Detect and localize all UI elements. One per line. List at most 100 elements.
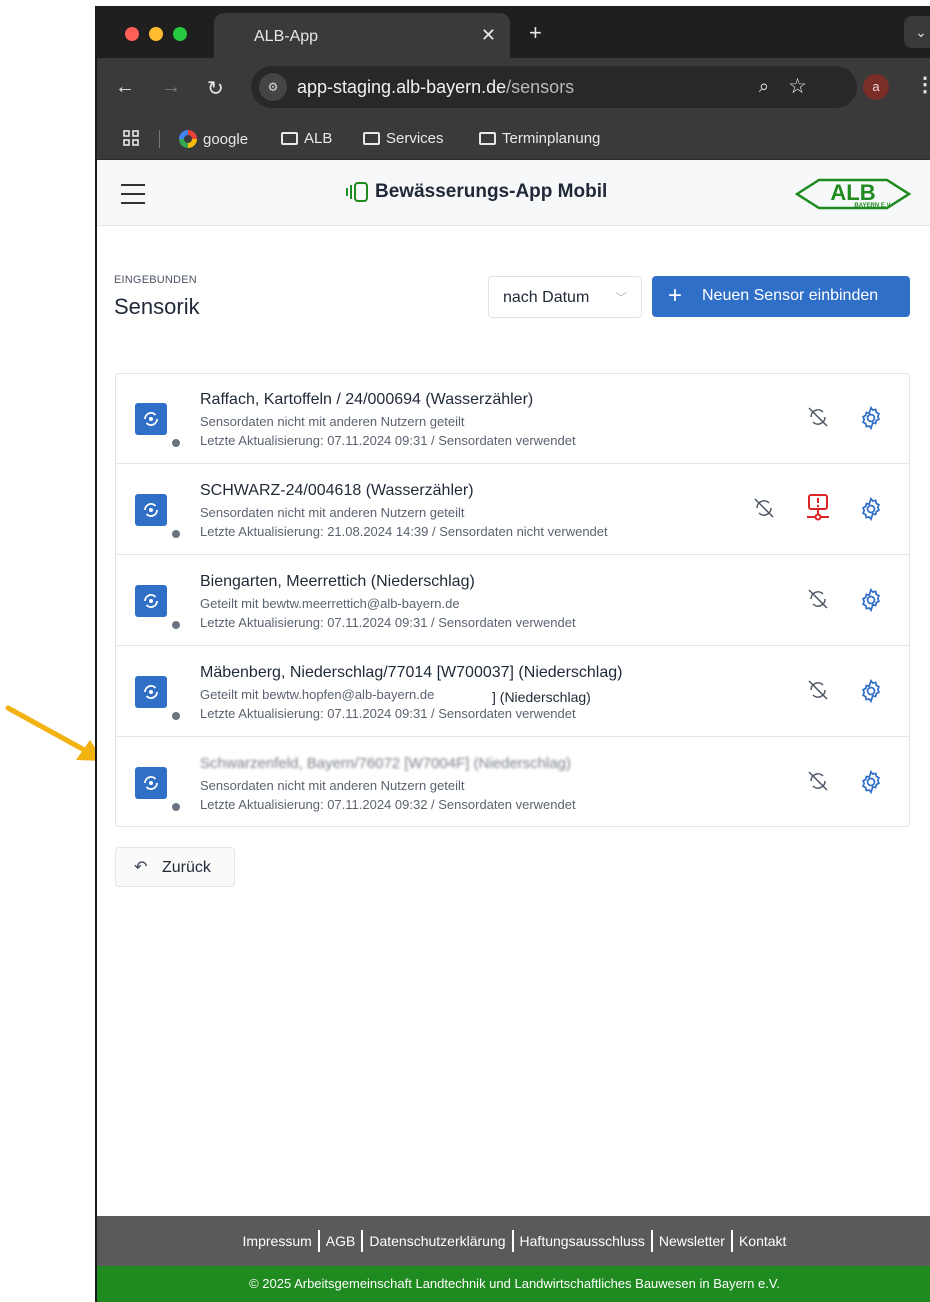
svg-text:ALB: ALB bbox=[830, 180, 875, 205]
footer-link-haftung[interactable]: Haftungsausschluss bbox=[520, 1233, 645, 1249]
undo-arrow-icon: ↶ bbox=[134, 859, 148, 876]
apps-grid-icon[interactable] bbox=[123, 130, 139, 146]
alb-logo: ALB BAYERN E.V. bbox=[795, 178, 911, 210]
tab-close-icon[interactable]: ✕ bbox=[481, 25, 496, 46]
gear-icon[interactable] bbox=[858, 587, 884, 613]
sensor-row[interactable]: Raffach, Kartoffeln / 24/000694 (Wasserz… bbox=[116, 374, 909, 464]
mobile-vibrate-icon bbox=[346, 182, 368, 202]
add-sensor-label: Neuen Sensor einbinden bbox=[702, 287, 879, 304]
sensor-share-info: Sensordaten nicht mit anderen Nutzern ge… bbox=[200, 778, 465, 793]
sensor-update-info: Letzte Aktualisierung: 07.11.2024 09:32 … bbox=[200, 797, 576, 812]
bookmarks-bar: google ALB Services Terminplanung bbox=[97, 118, 930, 160]
browser-toolbar: ← → ↻ ⚙ app-staging.alb-bayern.de/sensor… bbox=[97, 58, 930, 118]
bookmark-google[interactable]: google bbox=[179, 130, 248, 148]
sensor-title: Mäbenberg, Niederschlag/77014 [W700037] … bbox=[200, 664, 623, 681]
sync-off-icon[interactable] bbox=[806, 769, 830, 793]
sensor-share-info: Sensordaten nicht mit anderen Nutzern ge… bbox=[200, 414, 465, 429]
footer-link-newsletter[interactable]: Newsletter bbox=[659, 1233, 725, 1249]
url-text: app-staging.alb-bayern.de/sensors bbox=[297, 77, 575, 97]
footer-divider bbox=[730, 1230, 733, 1252]
bookmark-alb[interactable]: ALB bbox=[281, 130, 332, 147]
sync-off-icon[interactable] bbox=[752, 496, 776, 520]
footer-link-agb[interactable]: AGB bbox=[326, 1233, 356, 1249]
back-arrow-icon[interactable]: ← bbox=[115, 76, 135, 99]
hamburger-menu-icon[interactable] bbox=[121, 184, 145, 211]
bookmark-terminplanung[interactable]: Terminplanung bbox=[479, 130, 600, 147]
footer-links: Impressum AGB Datenschutzerklärung Haftu… bbox=[97, 1216, 930, 1266]
tab-bar: ALB-App ✕ + ⌄ bbox=[97, 6, 930, 58]
sensor-status-dot bbox=[170, 528, 182, 540]
reload-icon[interactable]: ↻ bbox=[207, 76, 224, 101]
footer-link-impressum[interactable]: Impressum bbox=[243, 1233, 312, 1249]
gear-icon[interactable] bbox=[858, 405, 884, 431]
back-button-label: Zurück bbox=[162, 859, 211, 876]
footer-link-datenschutz[interactable]: Datenschutzerklärung bbox=[369, 1233, 505, 1249]
profile-avatar[interactable]: a bbox=[863, 74, 889, 100]
sensor-alert-icon[interactable] bbox=[804, 493, 832, 523]
tab-title: ALB-App bbox=[254, 28, 319, 45]
gear-icon[interactable] bbox=[858, 769, 884, 795]
tab-search-chevron-icon[interactable]: ⌄ bbox=[904, 16, 930, 48]
sensor-list: Raffach, Kartoffeln / 24/000694 (Wasserz… bbox=[115, 373, 910, 827]
sensor-type-icon bbox=[135, 767, 167, 799]
sensor-status-dot bbox=[170, 801, 182, 813]
sync-off-icon[interactable] bbox=[806, 678, 830, 702]
browser-tab[interactable]: ALB-App ✕ bbox=[214, 13, 510, 58]
page-title: Sensorik bbox=[114, 294, 200, 319]
sensor-type-icon bbox=[135, 403, 167, 435]
sensor-share-overlay-text: ] (Niederschlag) bbox=[492, 689, 591, 705]
sensor-row[interactable]: Biengarten, Meerrettich (Niederschlag) G… bbox=[116, 556, 909, 646]
sensor-update-info: Letzte Aktualisierung: 07.11.2024 09:31 … bbox=[200, 615, 576, 630]
plus-icon: + bbox=[668, 282, 683, 309]
sync-off-icon[interactable] bbox=[806, 405, 830, 429]
address-bar[interactable]: ⚙ app-staging.alb-bayern.de/sensors ⌕ ☆ bbox=[251, 66, 857, 108]
back-button[interactable]: ↶ Zurück bbox=[115, 847, 235, 887]
browser-window: ALB-App ✕ + ⌄ ← → ↻ ⚙ app-staging.alb-ba… bbox=[95, 6, 930, 1302]
forward-arrow-icon[interactable]: → bbox=[161, 76, 181, 99]
sensor-status-dot bbox=[170, 619, 182, 631]
bookmark-services[interactable]: Services bbox=[363, 130, 444, 147]
sensor-title: Biengarten, Meerrettich (Niederschlag) bbox=[200, 573, 475, 590]
sensor-title: Schwarzenfeld, Bayern/76072 [W7004F] (Ni… bbox=[200, 755, 572, 772]
sensor-update-info: Letzte Aktualisierung: 07.11.2024 09:31 … bbox=[200, 433, 576, 448]
sort-select[interactable]: nach Datum ﹀ bbox=[488, 276, 642, 318]
footer-divider bbox=[511, 1230, 514, 1252]
sync-off-icon[interactable] bbox=[806, 587, 830, 611]
sensor-row[interactable]: SCHWARZ-24/004618 (Wasserzähler) Sensord… bbox=[116, 465, 909, 555]
sensor-status-dot bbox=[170, 710, 182, 722]
folder-icon bbox=[479, 132, 496, 145]
folder-icon bbox=[281, 132, 298, 145]
sensor-title: SCHWARZ-24/004618 (Wasserzähler) bbox=[200, 482, 474, 499]
footer-divider bbox=[317, 1230, 320, 1252]
gear-icon[interactable] bbox=[858, 678, 884, 704]
folder-icon bbox=[363, 132, 380, 145]
add-sensor-button[interactable]: + Neuen Sensor einbinden bbox=[652, 276, 910, 317]
section-kicker: EINGEBUNDEN bbox=[114, 274, 197, 286]
close-window-button[interactable] bbox=[125, 27, 139, 41]
sensor-row[interactable]: Mäbenberg, Niederschlag/77014 [W700037] … bbox=[116, 647, 909, 737]
sensor-update-info: Letzte Aktualisierung: 07.11.2024 09:31 … bbox=[200, 706, 576, 721]
footer-link-kontakt[interactable]: Kontakt bbox=[739, 1233, 786, 1249]
chevron-down-icon: ﹀ bbox=[614, 291, 627, 305]
svg-text:BAYERN E.V.: BAYERN E.V. bbox=[854, 203, 892, 209]
new-tab-icon[interactable]: + bbox=[529, 20, 542, 46]
sensor-type-icon bbox=[135, 494, 167, 526]
site-settings-icon[interactable]: ⚙ bbox=[259, 73, 287, 101]
gear-icon[interactable] bbox=[858, 496, 884, 522]
minimize-window-button[interactable] bbox=[149, 27, 163, 41]
sensor-share-info: Geteilt mit bewtw.meerrettich@alb-bayern… bbox=[200, 596, 460, 611]
sensor-share-info: Geteilt mit bewtw.hopfen@alb-bayern.de bbox=[200, 687, 435, 702]
bookmarks-divider bbox=[159, 130, 160, 148]
zoom-icon[interactable]: ⌕ bbox=[759, 76, 769, 97]
sensor-title: Raffach, Kartoffeln / 24/000694 (Wasserz… bbox=[200, 391, 534, 408]
browser-menu-icon[interactable]: ⋮ bbox=[915, 72, 930, 97]
sort-select-value: nach Datum bbox=[503, 289, 590, 306]
sensor-update-info: Letzte Aktualisierung: 21.08.2024 14:39 … bbox=[200, 524, 608, 539]
bookmark-star-icon[interactable]: ☆ bbox=[788, 74, 807, 99]
sensor-row[interactable]: Schwarzenfeld, Bayern/76072 [W7004F] (Ni… bbox=[116, 738, 909, 828]
maximize-window-button[interactable] bbox=[173, 27, 187, 41]
app-header: Bewässerungs-App Mobil ALB BAYERN E.V. bbox=[97, 160, 930, 226]
app-title: Bewässerungs-App Mobil bbox=[345, 181, 607, 203]
google-icon bbox=[179, 130, 197, 148]
sensor-type-icon bbox=[135, 585, 167, 617]
